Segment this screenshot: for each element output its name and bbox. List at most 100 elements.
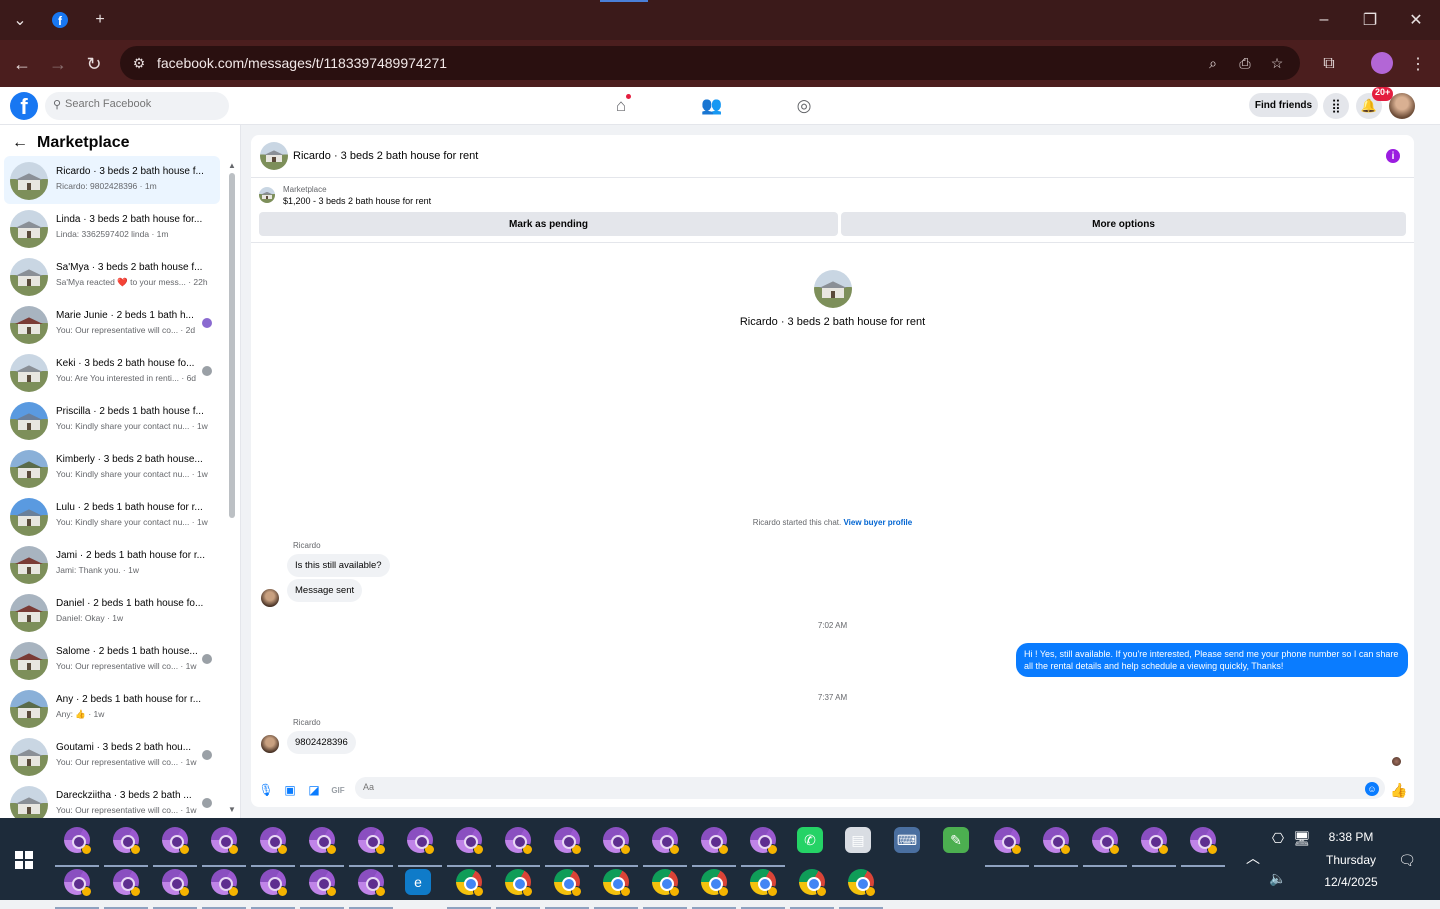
bookmark-star-icon[interactable]: ☆ bbox=[1266, 52, 1288, 74]
chrome-profile-icon[interactable] bbox=[64, 869, 92, 897]
facebook-logo-icon[interactable]: f bbox=[10, 92, 38, 120]
message-input[interactable] bbox=[363, 782, 1263, 792]
back-arrow-icon[interactable]: ← bbox=[12, 134, 28, 152]
chrome-profile-icon[interactable] bbox=[456, 827, 484, 855]
chrome-profile-icon[interactable] bbox=[701, 827, 729, 855]
forward-arrow-icon[interactable]: → bbox=[44, 50, 72, 78]
message-input-box[interactable]: ☺ bbox=[355, 777, 1385, 799]
close-window-icon[interactable]: ✕ bbox=[1396, 8, 1436, 32]
site-settings-icon[interactable]: ⚙ bbox=[128, 52, 150, 74]
clock-day[interactable]: Thursday bbox=[1316, 853, 1386, 867]
reload-icon[interactable]: ↻ bbox=[80, 50, 108, 78]
find-friends-button[interactable]: Find friends bbox=[1249, 93, 1318, 117]
chrome-profile-icon[interactable] bbox=[113, 827, 141, 855]
attach-image-icon[interactable]: ▣ bbox=[282, 782, 298, 798]
chrome-icon[interactable] bbox=[799, 869, 827, 897]
conversation-item[interactable]: Keki · 3 beds 2 bath house fo... You: Are… bbox=[4, 348, 220, 396]
volume-icon[interactable]: 🔈 bbox=[1269, 870, 1286, 886]
chrome-profile-icon[interactable] bbox=[994, 827, 1022, 855]
incoming-message[interactable]: Message sent bbox=[287, 579, 363, 602]
account-avatar[interactable] bbox=[1389, 93, 1415, 119]
chrome-profile-icon[interactable] bbox=[652, 827, 680, 855]
browser-menu-icon[interactable]: ⋮ bbox=[1404, 50, 1432, 78]
chrome-icon[interactable] bbox=[456, 869, 484, 897]
conversation-item[interactable]: Linda · 3 beds 2 bath house for... Linda:… bbox=[4, 204, 220, 252]
chrome-profile-icon[interactable] bbox=[1092, 827, 1120, 855]
outgoing-message[interactable]: Hi ! Yes, still available. If you're int… bbox=[1016, 643, 1408, 677]
listing-price-title[interactable]: $1,200 - 3 beds 2 bath house for rent bbox=[283, 196, 431, 206]
chrome-icon[interactable] bbox=[750, 869, 778, 897]
network-icon[interactable]: 🖥 bbox=[1293, 830, 1311, 846]
conversation-item[interactable]: Lulu · 2 beds 1 bath house for r... You: … bbox=[4, 492, 220, 540]
chrome-profile-icon[interactable] bbox=[260, 869, 288, 897]
chrome-icon[interactable] bbox=[505, 869, 533, 897]
tab-search-chevron-icon[interactable]: ⌄ bbox=[6, 6, 34, 34]
gif-icon[interactable]: GIF bbox=[330, 782, 346, 798]
sender-avatar[interactable] bbox=[261, 589, 279, 607]
conversation-item[interactable]: Priscilla · 2 beds 1 bath house f... You:… bbox=[4, 396, 220, 444]
notifications-center-icon[interactable]: 🗨 bbox=[1398, 851, 1416, 869]
chrome-profile-icon[interactable] bbox=[309, 869, 337, 897]
info-icon[interactable]: i bbox=[1386, 149, 1400, 163]
more-options-button[interactable]: More options bbox=[841, 212, 1406, 236]
chrome-profile-icon[interactable] bbox=[554, 827, 582, 855]
scroll-down-icon[interactable]: ▼ bbox=[228, 805, 236, 814]
microphone-icon[interactable]: 🎙 bbox=[258, 782, 274, 798]
clock-time[interactable]: 8:38 PM bbox=[1316, 830, 1386, 844]
mark-as-pending-button[interactable]: Mark as pending bbox=[259, 212, 838, 236]
conversation-item[interactable]: Sa'Mya · 3 beds 2 bath house f... Sa'Mya … bbox=[4, 252, 220, 300]
groups-nav-icon[interactable]: ◎ bbox=[790, 93, 818, 119]
chrome-icon[interactable] bbox=[848, 869, 876, 897]
listing-thumbnail[interactable] bbox=[260, 142, 288, 170]
chrome-profile-icon[interactable] bbox=[407, 827, 435, 855]
facebook-search[interactable]: ⚲ bbox=[45, 92, 229, 120]
chrome-profile-icon[interactable] bbox=[505, 827, 533, 855]
chrome-profile-icon[interactable] bbox=[309, 827, 337, 855]
chrome-icon[interactable] bbox=[701, 869, 729, 897]
chrome-profile-icon[interactable] bbox=[750, 827, 778, 855]
chrome-icon[interactable] bbox=[652, 869, 680, 897]
conversation-item[interactable]: Kimberly · 3 beds 2 bath house... You: Ki… bbox=[4, 444, 220, 492]
chrome-profile-icon[interactable] bbox=[1043, 827, 1071, 855]
tab-facebook[interactable]: f bbox=[44, 6, 76, 34]
emoji-icon[interactable]: ☺ bbox=[1365, 782, 1379, 796]
zoom-icon[interactable]: ⌕ bbox=[1202, 52, 1224, 74]
windows-start-icon[interactable] bbox=[15, 851, 33, 869]
menu-grid-icon[interactable]: ⣿ bbox=[1323, 93, 1349, 119]
chrome-profile-icon[interactable] bbox=[358, 827, 386, 855]
chrome-profile-icon[interactable] bbox=[260, 827, 288, 855]
minimize-icon[interactable]: – bbox=[1304, 8, 1344, 32]
keyboard-app-icon[interactable]: ⌨ bbox=[894, 827, 920, 853]
sidebar-scrollbar[interactable] bbox=[229, 173, 235, 518]
scroll-up-icon[interactable]: ▲ bbox=[228, 161, 236, 170]
conversation-item[interactable]: Goutami · 3 beds 2 bath hou... You: Our r… bbox=[4, 732, 220, 780]
chrome-profile-icon[interactable] bbox=[1190, 827, 1218, 855]
conversation-item[interactable]: Jami · 2 beds 1 bath house for r... Jami:… bbox=[4, 540, 220, 588]
chrome-profile-icon[interactable] bbox=[162, 869, 190, 897]
chat-title[interactable]: Ricardo · 3 beds 2 bath house for rent bbox=[293, 150, 478, 162]
chrome-profile-icon[interactable] bbox=[211, 827, 239, 855]
chrome-profile-icon[interactable] bbox=[113, 869, 141, 897]
friends-nav-icon[interactable]: 👥 bbox=[698, 93, 726, 119]
page-scrollbar[interactable] bbox=[1424, 125, 1440, 818]
back-arrow-icon[interactable]: ← bbox=[8, 50, 36, 78]
contacts-app-icon[interactable]: ▤ bbox=[845, 827, 871, 853]
like-thumb-icon[interactable]: 👍 bbox=[1390, 782, 1407, 798]
search-input[interactable] bbox=[65, 98, 215, 110]
restore-icon[interactable]: ❐ bbox=[1350, 8, 1390, 32]
edge-browser-icon[interactable]: e bbox=[405, 869, 431, 895]
sticker-icon[interactable]: ◪ bbox=[306, 782, 322, 798]
show-hidden-icons-chevron-icon[interactable]: ︿ bbox=[1245, 850, 1261, 866]
clock-date[interactable]: 12/4/2025 bbox=[1316, 875, 1386, 889]
chrome-profile-icon[interactable] bbox=[211, 869, 239, 897]
chrome-profile-icon[interactable] bbox=[64, 827, 92, 855]
conversation-item[interactable]: Any · 2 beds 1 bath house for r... Any: 👍… bbox=[4, 684, 220, 732]
conversation-item[interactable]: Marie Junie · 2 beds 1 bath h... You: Our… bbox=[4, 300, 220, 348]
chrome-icon[interactable] bbox=[554, 869, 582, 897]
notepad-app-icon[interactable]: ✎ bbox=[943, 827, 969, 853]
new-tab-plus-icon[interactable]: + bbox=[86, 6, 114, 34]
extensions-puzzle-icon[interactable]: ⧉ bbox=[1315, 50, 1343, 78]
conversation-item[interactable]: Dareckziitha · 3 beds 2 bath ... You: Our… bbox=[4, 780, 220, 818]
conversation-item[interactable]: Ricardo · 3 beds 2 bath house f... Ricard… bbox=[4, 156, 220, 204]
sender-avatar[interactable] bbox=[261, 735, 279, 753]
